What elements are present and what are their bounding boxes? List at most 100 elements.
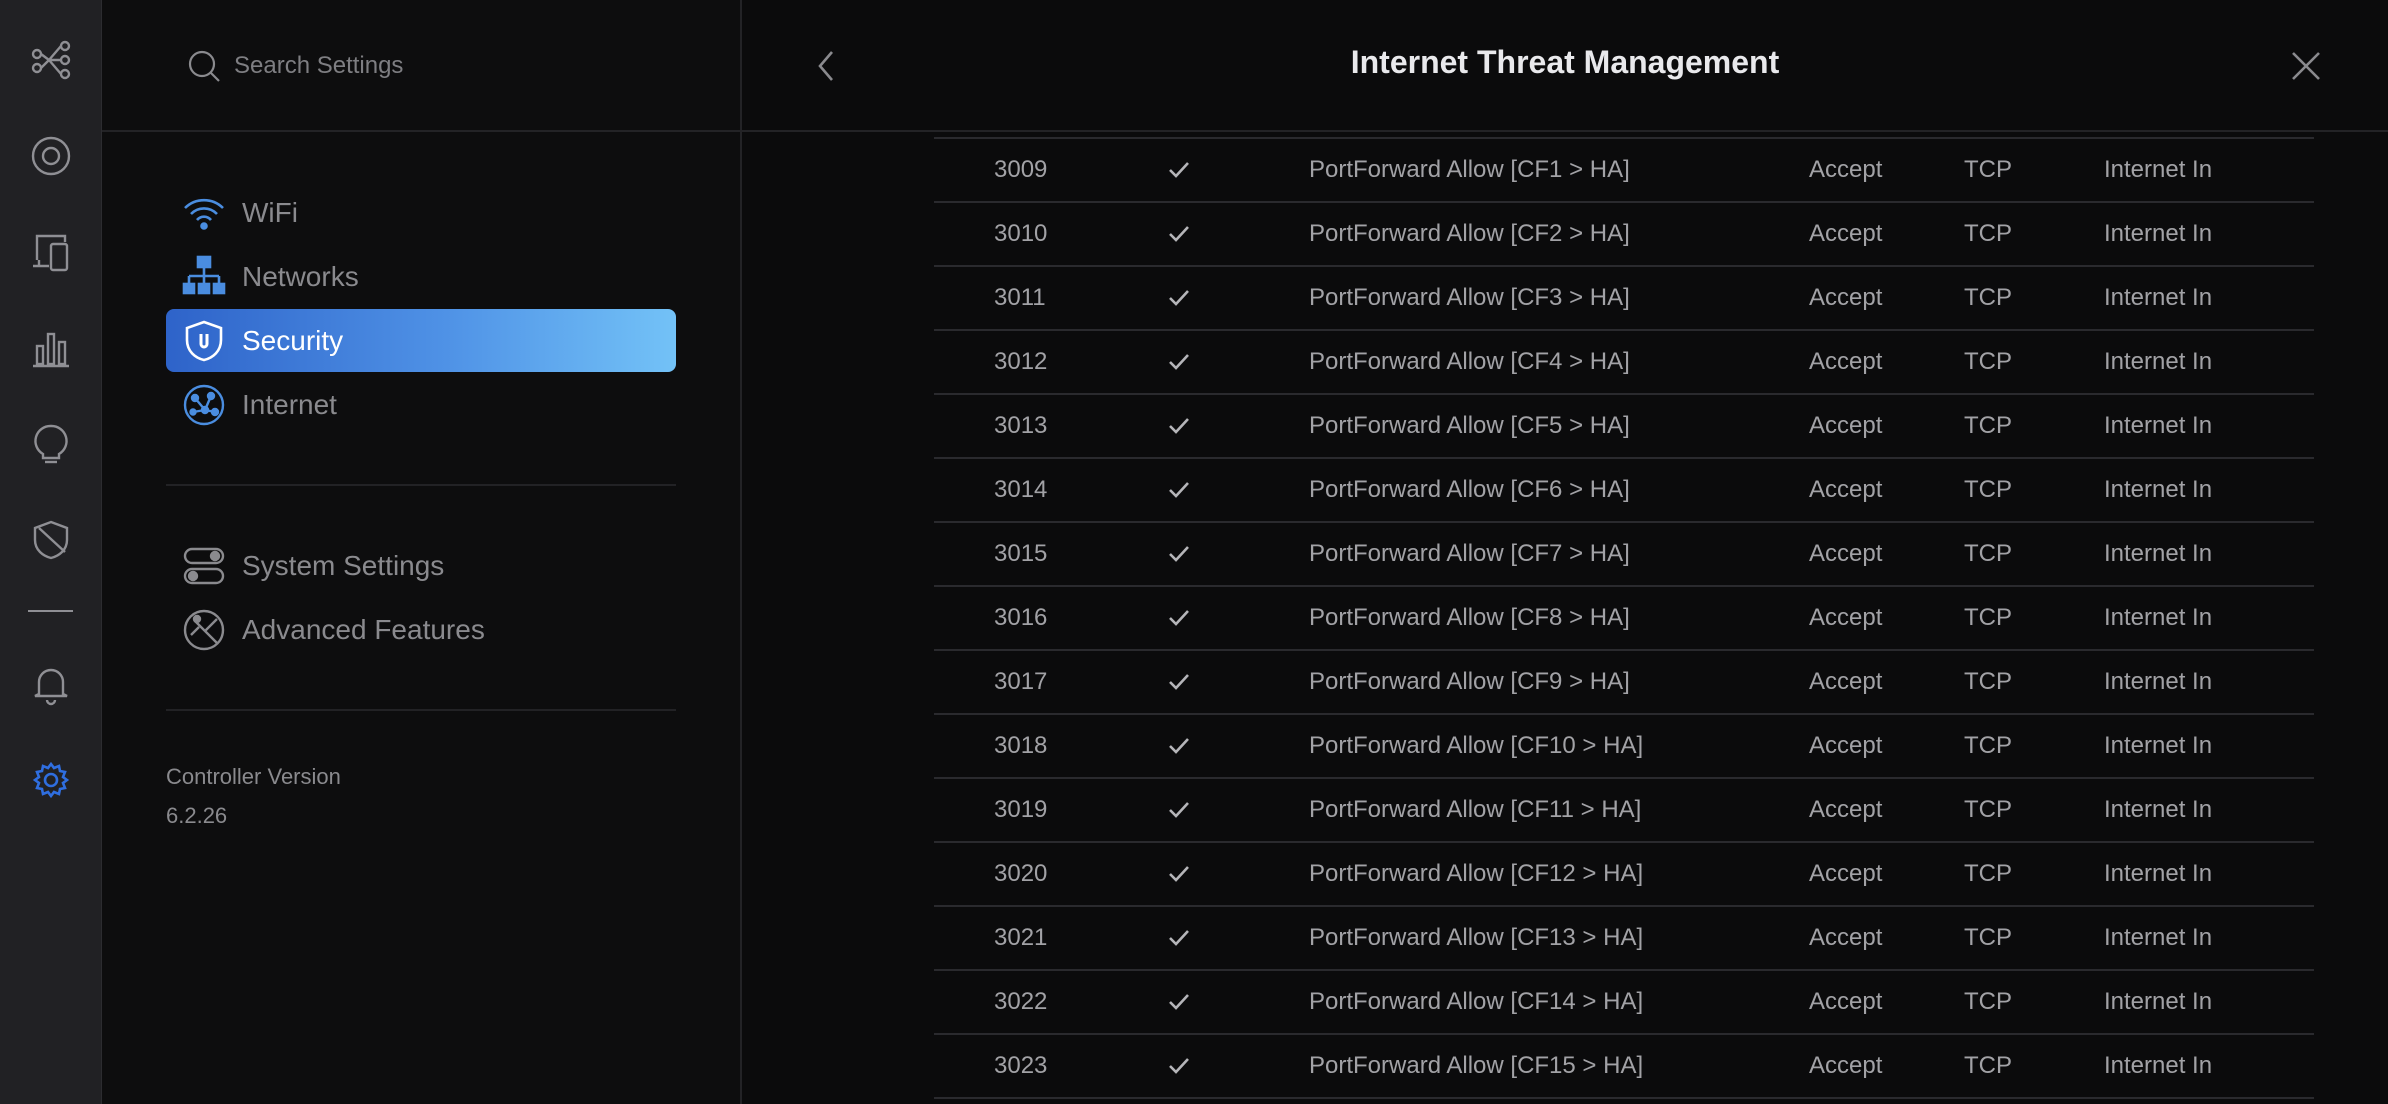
rule-action: Accept	[1809, 220, 1883, 247]
rule-type: Internet In	[2104, 796, 2213, 823]
rule-name: PortForward Allow [CF10 > HA]	[1309, 732, 1644, 759]
rule-id: 3009	[994, 156, 1048, 183]
tools-icon	[180, 606, 228, 654]
rule-protocol: TCP	[1964, 284, 2012, 311]
table-row[interactable]: 3017 PortForward Allow [CF9 > HA] Accept TC…	[934, 651, 2314, 715]
table-row[interactable]: 3023 PortForward Allow [CF15 > HA] Accept T…	[934, 1035, 2314, 1099]
table-row[interactable]: 3010 PortForward Allow [CF2 > HA] Accept TC…	[934, 203, 2314, 267]
rule-name: PortForward Allow [CF8 > HA]	[1309, 604, 1630, 631]
rule-protocol: TCP	[1964, 604, 2012, 631]
table-row[interactable]: 3015 PortForward Allow [CF7 > HA] Accept TC…	[934, 523, 2314, 587]
rule-protocol: TCP	[1964, 156, 2012, 183]
sidebar-divider	[166, 709, 676, 711]
check-icon	[1166, 925, 1192, 951]
settings-icon[interactable]	[0, 748, 101, 812]
search-icon	[188, 50, 220, 82]
rule-type: Internet In	[2104, 988, 2213, 1015]
rule-id: 3014	[994, 476, 1048, 503]
main-panel: Internet Threat Management 3009 PortForwa…	[742, 0, 2388, 1104]
rules-table: 3009 PortForward Allow [CF1 > HA] Accept TC…	[934, 137, 2314, 1099]
sidebar-item-label: System Settings	[242, 549, 445, 581]
table-row[interactable]: 3019 PortForward Allow [CF11 > HA] Accept T…	[934, 779, 2314, 843]
rule-name: PortForward Allow [CF6 > HA]	[1309, 476, 1630, 503]
rule-type: Internet In	[2104, 732, 2213, 759]
rule-id: 3019	[994, 796, 1048, 823]
sidebar-item-advanced-features[interactable]: Advanced Features	[166, 598, 676, 661]
devices-icon[interactable]	[0, 124, 101, 188]
sidebar-item-label: WiFi	[242, 196, 298, 228]
rule-protocol: TCP	[1964, 540, 2012, 567]
rule-id: 3023	[994, 1052, 1048, 1079]
sidebar-item-internet[interactable]: Internet	[166, 373, 676, 436]
rule-name: PortForward Allow [CF15 > HA]	[1309, 1052, 1644, 1079]
header-divider	[742, 130, 2388, 132]
rule-name: PortForward Allow [CF12 > HA]	[1309, 860, 1644, 887]
rule-id: 3012	[994, 348, 1048, 375]
table-row[interactable]: 3013 PortForward Allow [CF5 > HA] Accept TC…	[934, 395, 2314, 459]
check-icon	[1166, 989, 1192, 1015]
rule-action: Accept	[1809, 988, 1883, 1015]
check-icon	[1166, 157, 1192, 183]
rule-name: PortForward Allow [CF4 > HA]	[1309, 348, 1630, 375]
sidebar-item-label: Advanced Features	[242, 613, 485, 645]
check-icon	[1166, 413, 1192, 439]
table-row[interactable]: 3011 PortForward Allow [CF3 > HA] Accept TC…	[934, 267, 2314, 331]
rule-type: Internet In	[2104, 668, 2213, 695]
table-row[interactable]: 3012 PortForward Allow [CF4 > HA] Accept TC…	[934, 331, 2314, 395]
rule-type: Internet In	[2104, 860, 2213, 887]
rule-id: 3018	[994, 732, 1048, 759]
rule-protocol: TCP	[1964, 220, 2012, 247]
rule-name: PortForward Allow [CF11 > HA]	[1309, 796, 1642, 823]
check-icon	[1166, 1053, 1192, 1079]
table-row[interactable]: 3014 PortForward Allow [CF6 > HA] Accept TC…	[934, 459, 2314, 523]
rule-id: 3020	[994, 860, 1048, 887]
rule-action: Accept	[1809, 1052, 1883, 1079]
rule-action: Accept	[1809, 732, 1883, 759]
table-row[interactable]: 3022 PortForward Allow [CF14 > HA] Accept T…	[934, 971, 2314, 1035]
close-button[interactable]	[2282, 42, 2330, 90]
topology-icon[interactable]	[0, 28, 101, 92]
sidebar-item-networks[interactable]: Networks	[166, 245, 676, 308]
rule-type: Internet In	[2104, 540, 2213, 567]
rule-action: Accept	[1809, 668, 1883, 695]
table-row[interactable]: 3016 PortForward Allow [CF8 > HA] Accept TC…	[934, 587, 2314, 651]
insights-icon[interactable]	[0, 412, 101, 476]
rule-action: Accept	[1809, 476, 1883, 503]
rule-protocol: TCP	[1964, 796, 2012, 823]
alerts-icon[interactable]	[0, 652, 101, 716]
rule-type: Internet In	[2104, 604, 2213, 631]
sidebar-item-wifi[interactable]: WiFi	[166, 181, 676, 244]
rule-name: PortForward Allow [CF7 > HA]	[1309, 540, 1630, 567]
rule-action: Accept	[1809, 860, 1883, 887]
rail-divider	[28, 610, 73, 612]
sidebar-item-system-settings[interactable]: System Settings	[166, 534, 676, 597]
table-row[interactable]: 3009 PortForward Allow [CF1 > HA] Accept TC…	[934, 139, 2314, 203]
check-icon	[1166, 221, 1192, 247]
statistics-icon[interactable]	[0, 316, 101, 380]
table-row[interactable]: 3018 PortForward Allow [CF10 > HA] Accept T…	[934, 715, 2314, 779]
settings-sidebar: WiFi Networks Security Internet	[102, 0, 742, 1104]
networks-icon	[180, 253, 228, 301]
table-row[interactable]: 3020 PortForward Allow [CF12 > HA] Accept T…	[934, 843, 2314, 907]
table-row[interactable]: 3021 PortForward Allow [CF13 > HA] Accept T…	[934, 907, 2314, 971]
icon-rail	[0, 0, 102, 1104]
wifi-icon	[180, 189, 228, 237]
sidebar-header-divider	[102, 130, 740, 132]
rule-action: Accept	[1809, 284, 1883, 311]
rule-type: Internet In	[2104, 412, 2213, 439]
rule-name: PortForward Allow [CF9 > HA]	[1309, 668, 1630, 695]
sidebar-item-security[interactable]: Security	[166, 309, 676, 372]
rule-name: PortForward Allow [CF2 > HA]	[1309, 220, 1630, 247]
settings-search[interactable]	[184, 42, 684, 90]
rule-action: Accept	[1809, 412, 1883, 439]
rule-action: Accept	[1809, 156, 1883, 183]
check-icon	[1166, 285, 1192, 311]
threat-icon[interactable]	[0, 508, 101, 572]
clients-icon[interactable]	[0, 220, 101, 284]
rule-action: Accept	[1809, 604, 1883, 631]
rule-protocol: TCP	[1964, 476, 2012, 503]
rule-protocol: TCP	[1964, 412, 2012, 439]
search-input[interactable]	[232, 51, 656, 81]
page-title: Internet Threat Management	[1350, 44, 1780, 80]
controller-version-value: 6.2.26	[166, 803, 228, 828]
